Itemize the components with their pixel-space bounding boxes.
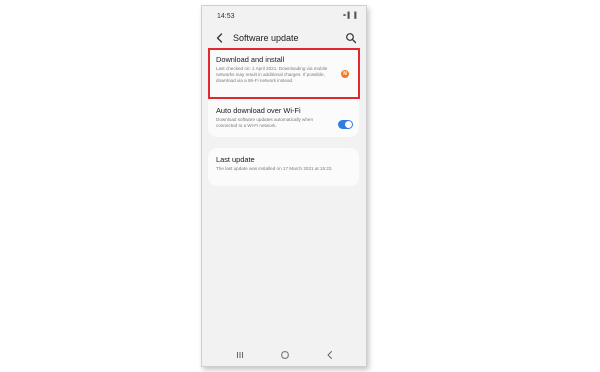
highlight-box: [208, 48, 360, 99]
recents-icon[interactable]: [234, 348, 246, 360]
auto-download-title: Auto download over Wi-Fi: [216, 106, 301, 115]
auto-download-item[interactable]: Auto download over Wi-Fi Download softwa…: [208, 103, 359, 137]
last-update-description: The last update was installed on 17 Marc…: [216, 166, 333, 171]
auto-download-description: Download software updates automatically …: [216, 117, 314, 128]
status-bar: 14:53 ⚭▌▐: [202, 6, 366, 24]
toggle-knob: [345, 121, 352, 128]
auto-download-toggle[interactable]: [338, 120, 353, 129]
status-time: 14:53: [217, 13, 235, 20]
last-update-item[interactable]: Last update The last update was installe…: [208, 148, 359, 186]
nav-back-icon[interactable]: [324, 348, 336, 360]
status-icons: ⚭▌▐: [341, 13, 357, 19]
home-icon[interactable]: [279, 348, 291, 360]
last-update-title: Last update: [216, 155, 255, 164]
app-bar: Software update: [202, 26, 366, 48]
navigation-bar: [202, 342, 366, 366]
page-title: Software update: [233, 33, 299, 43]
search-icon[interactable]: [345, 31, 357, 44]
phone-screen: 14:53 ⚭▌▐ Software update Download and i…: [201, 5, 367, 367]
back-arrow-icon[interactable]: [214, 31, 226, 43]
